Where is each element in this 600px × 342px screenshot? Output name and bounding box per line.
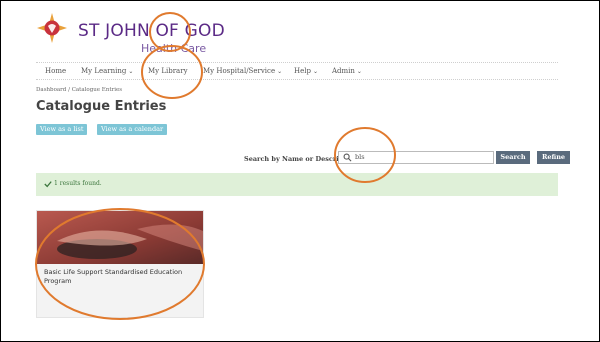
page-title: Catalogue Entries [36, 99, 167, 114]
breadcrumb: Dashboard / Catalogue Entries [36, 87, 122, 93]
breadcrumb-home-link[interactable]: Dashboard [36, 87, 66, 93]
view-as-calendar-button[interactable]: View as a calendar [97, 124, 168, 135]
chevron-down-icon: ⌄ [312, 68, 318, 75]
check-icon [44, 181, 52, 188]
search-input-value: bls [355, 153, 365, 161]
search-input[interactable]: bls [338, 151, 494, 164]
course-thumbnail-image [37, 211, 203, 264]
main-nav: Home My Learning ⌄ My Library My Hospital… [36, 62, 558, 80]
site-logo[interactable]: ST JOHN OF GOD Health Care [36, 12, 266, 56]
view-as-list-button[interactable]: View as a list [36, 124, 88, 135]
nav-item-my-hospital-service[interactable]: My Hospital/Service ⌄ [203, 67, 282, 75]
catalogue-card-title[interactable]: Basic Life Support Standardised Educatio… [44, 268, 196, 286]
search-button[interactable]: Search [496, 151, 530, 164]
nav-item-home[interactable]: Home [45, 67, 66, 75]
results-alert: 1 results found. [36, 173, 558, 196]
chevron-down-icon: ⌄ [277, 68, 283, 75]
nav-item-my-library[interactable]: My Library [148, 67, 188, 75]
chevron-down-icon: ⌄ [128, 68, 134, 75]
nav-item-admin[interactable]: Admin ⌄ [332, 67, 362, 75]
refine-button[interactable]: Refine [537, 151, 570, 164]
breadcrumb-separator: / [68, 87, 70, 93]
catalogue-card[interactable]: Basic Life Support Standardised Educatio… [36, 210, 204, 318]
brand-subtitle: Health Care [141, 42, 207, 55]
chevron-down-icon: ⌄ [356, 68, 362, 75]
nav-item-help[interactable]: Help ⌄ [294, 67, 318, 75]
results-count: 1 results found. [54, 180, 102, 187]
search-icon [343, 153, 352, 162]
breadcrumb-current: Catalogue Entries [71, 87, 123, 93]
cross-logo-icon [37, 13, 67, 43]
brand-title: ST JOHN OF GOD [78, 21, 225, 41]
nav-item-my-learning[interactable]: My Learning ⌄ [81, 67, 133, 75]
